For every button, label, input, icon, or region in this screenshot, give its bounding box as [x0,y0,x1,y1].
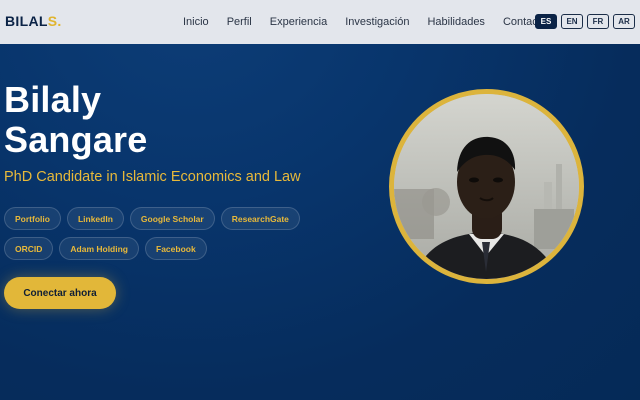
lang-fr-button[interactable]: FR [587,14,609,29]
profile-photo-image [394,94,579,279]
nav-link-perfil[interactable]: Perfil [227,16,252,28]
top-navbar: BILALS. Inicio Perfil Experiencia Invest… [0,0,640,44]
linkedin-link[interactable]: LinkedIn [66,207,124,230]
hero-subtitle: PhD Candidate in Islamic Economics and L… [4,169,301,185]
connect-now-button[interactable]: Conectar ahora [4,277,116,309]
lang-ar-button[interactable]: AR [613,14,635,29]
adam-holding-link[interactable]: Adam Holding [59,237,139,260]
language-switcher: ES EN FR AR [535,14,635,29]
google-scholar-link[interactable]: Google Scholar [129,207,215,230]
nav-link-inicio[interactable]: Inicio [183,16,209,28]
orcid-link[interactable]: ORCID [4,237,54,260]
researchgate-link[interactable]: ResearchGate [220,207,300,230]
logo[interactable]: BILALS. [5,13,62,29]
nav-link-experiencia[interactable]: Experiencia [270,16,327,28]
profile-photo [389,89,584,284]
hero-name: Bilaly Sangare [4,80,147,160]
logo-text: BILAL [5,13,48,29]
nav-link-habilidades[interactable]: Habilidades [427,16,484,28]
facebook-link[interactable]: Facebook [145,237,207,260]
nav-links: Inicio Perfil Experiencia Investigación … [183,0,565,44]
lang-en-button[interactable]: EN [561,14,583,29]
hero-name-last: Sangare [4,119,148,160]
hero-name-first: Bilaly [4,79,102,120]
nav-link-investigacion[interactable]: Investigación [345,16,409,28]
portfolio-link[interactable]: Portfolio [4,207,61,230]
profile-links: Portfolio LinkedIn Google Scholar Resear… [4,207,304,260]
logo-dot: S. [47,13,62,29]
lang-es-button[interactable]: ES [535,14,557,29]
